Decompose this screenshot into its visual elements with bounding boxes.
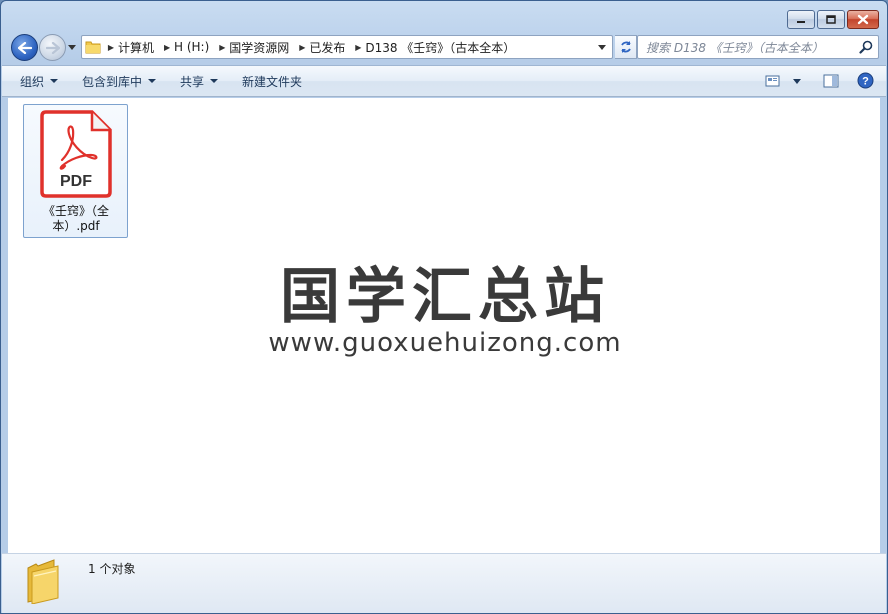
preview-pane-icon[interactable] <box>823 74 839 88</box>
back-button[interactable] <box>11 34 38 61</box>
folder-icon <box>82 36 104 58</box>
address-history-dropdown-icon[interactable] <box>598 43 606 51</box>
chevron-down-icon <box>210 79 219 83</box>
watermark-title: 国学汇总站 <box>280 262 610 332</box>
back-arrow-icon <box>17 41 32 54</box>
toolbar-right-group: ? <box>765 72 874 89</box>
share-label: 共享 <box>180 74 205 89</box>
status-bar: 1 个对象 <box>2 553 886 613</box>
include-in-library-label: 包含到库中 <box>82 74 143 89</box>
chevron-down-icon <box>50 79 59 83</box>
view-options-chevron-down-icon[interactable] <box>793 77 801 85</box>
breadcrumb-separator-icon[interactable]: ▶ <box>160 43 174 52</box>
new-folder-label: 新建文件夹 <box>242 74 303 89</box>
file-item-pdf[interactable]: PDF 《壬窍》（全本）.pdf <box>23 104 128 238</box>
breadcrumb-guoxue-resources[interactable]: 国学资源网 <box>229 36 295 58</box>
maximize-button[interactable] <box>817 10 845 29</box>
explorer-window: ▶ 计算机 ▶ H (H:) ▶ 国学资源网 ▶ 已发布 ▶ D138 《壬窍》… <box>0 0 888 614</box>
svg-text:?: ? <box>862 76 869 88</box>
search-placeholder: 搜索 D138 《壬窍》（古本全本） <box>646 40 824 55</box>
organize-menu-button[interactable]: 组织 <box>20 73 59 90</box>
forward-button[interactable] <box>39 34 66 61</box>
file-name-label: 《壬窍》（全本）.pdf <box>42 204 109 233</box>
search-input[interactable]: 搜索 D138 《壬窍》（古本全本） <box>637 35 879 59</box>
svg-text:PDF: PDF <box>60 173 92 190</box>
breadcrumb-separator-icon[interactable]: ▶ <box>351 43 365 52</box>
close-button[interactable] <box>847 10 879 29</box>
recent-pages-dropdown-icon[interactable] <box>68 43 76 51</box>
minimize-icon <box>797 20 805 23</box>
caption-buttons <box>787 10 879 29</box>
search-icon[interactable] <box>859 40 873 54</box>
breadcrumb-computer[interactable]: 计算机 <box>118 36 160 58</box>
help-icon[interactable]: ? <box>857 72 874 89</box>
status-item-count: 1 个对象 <box>88 562 136 576</box>
command-toolbar: 组织 包含到库中 共享 新建文件夹 ? <box>2 65 886 97</box>
maximize-icon <box>826 15 836 24</box>
breadcrumb-separator-icon[interactable]: ▶ <box>104 43 118 52</box>
breadcrumb-published[interactable]: 已发布 <box>309 36 351 58</box>
folder-icon <box>27 559 59 604</box>
refresh-button[interactable] <box>615 35 637 59</box>
change-view-icon[interactable] <box>765 74 781 88</box>
breadcrumb-drive-h[interactable]: H (H:) <box>174 36 215 58</box>
breadcrumb-separator-icon[interactable]: ▶ <box>215 43 229 52</box>
new-folder-button[interactable]: 新建文件夹 <box>242 73 302 90</box>
navigation-row: ▶ 计算机 ▶ H (H:) ▶ 国学资源网 ▶ 已发布 ▶ D138 《壬窍》… <box>9 33 879 61</box>
breadcrumb-separator-icon[interactable]: ▶ <box>295 43 309 52</box>
forward-arrow-icon <box>45 41 60 54</box>
minimize-button[interactable] <box>787 10 815 29</box>
breadcrumb-current-folder[interactable]: D138 《壬窍》（古本全本） <box>365 36 521 58</box>
address-bar[interactable]: ▶ 计算机 ▶ H (H:) ▶ 国学资源网 ▶ 已发布 ▶ D138 《壬窍》… <box>81 35 613 59</box>
file-list-pane[interactable]: PDF 《壬窍》（全本）.pdf 国学汇总站 www.guoxuehuizong… <box>8 98 880 554</box>
pdf-file-icon: PDF <box>40 110 112 198</box>
watermark-url: www.guoxuehuizong.com <box>268 328 622 358</box>
include-in-library-button[interactable]: 包含到库中 <box>82 73 157 90</box>
chevron-down-icon <box>148 79 157 83</box>
refresh-icon <box>620 41 631 53</box>
organize-label: 组织 <box>20 74 45 89</box>
close-icon <box>857 14 869 25</box>
share-button[interactable]: 共享 <box>180 73 219 90</box>
